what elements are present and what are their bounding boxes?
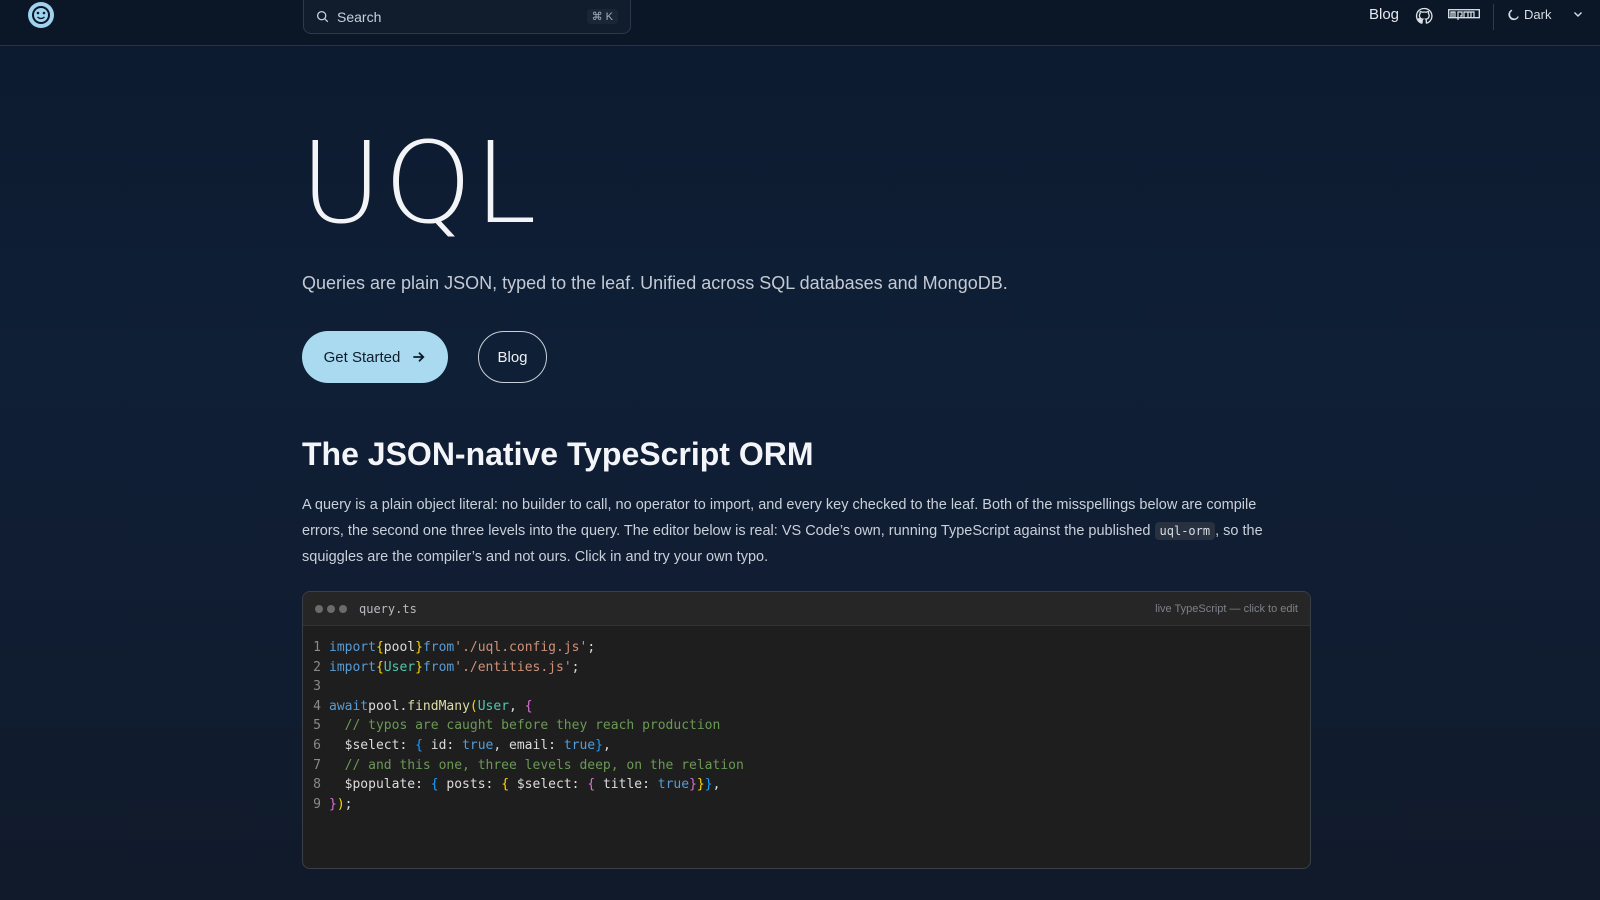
line-number: 4 xyxy=(313,698,321,714)
line-number: 1 xyxy=(313,640,321,655)
top-navbar: Search ⌘ K Blog Dark xyxy=(0,0,1600,46)
line-number: 3 xyxy=(313,679,321,695)
editor-hint: live TypeScript — click to edit xyxy=(1155,602,1298,615)
code-line: 2 import { User } from './entities.js'; xyxy=(303,658,1310,678)
section-title: The JSON-native TypeScript ORM xyxy=(302,436,814,472)
search-input[interactable]: Search ⌘ K xyxy=(303,0,631,34)
window-dot-icon xyxy=(339,604,347,613)
logo-icon[interactable] xyxy=(24,0,58,32)
line-number: 7 xyxy=(313,757,321,773)
code-line: 5 // typos are caught before they reach … xyxy=(303,716,1310,736)
search-label: Search xyxy=(337,8,382,25)
line-number: 8 xyxy=(313,777,321,793)
editor-header: query.ts live TypeScript — click to edit xyxy=(303,592,1310,626)
code-editor[interactable]: query.ts live TypeScript — click to edit… xyxy=(302,591,1311,869)
blog-button[interactable]: Blog xyxy=(478,331,547,383)
window-dot-icon xyxy=(327,604,335,613)
search-icon xyxy=(316,10,329,23)
line-number: 5 xyxy=(313,718,321,734)
package-code: uql-orm xyxy=(1154,522,1216,540)
hero-title: UQL xyxy=(300,119,539,249)
line-number: 6 xyxy=(313,737,321,753)
section-paragraph: A query is a plain object literal: no bu… xyxy=(302,492,1302,570)
arrow-right-icon xyxy=(413,352,425,362)
hero-subtitle: Queries are plain JSON, typed to the lea… xyxy=(302,273,1008,293)
get-started-label: Get Started xyxy=(323,348,401,366)
code-line: 3 xyxy=(303,677,1310,697)
window-dot-icon xyxy=(315,604,323,613)
nav-divider xyxy=(1493,4,1494,30)
chevron-down-icon[interactable] xyxy=(1572,8,1584,20)
code-line: 8 $populate: { posts: { $select: { title… xyxy=(303,775,1310,795)
moon-icon xyxy=(1508,9,1519,20)
code-line: 1 import { pool } from './uql.config.js'; xyxy=(303,638,1310,658)
theme-label: Dark xyxy=(1524,7,1552,22)
code-line: 7 // and this one, three levels deep, on… xyxy=(303,756,1310,776)
github-icon[interactable] xyxy=(1414,6,1434,26)
npm-icon[interactable] xyxy=(1448,9,1480,21)
code-line: 6 $select: { id: true, email: true }, xyxy=(303,736,1310,756)
para-text-1: A query is a plain object literal: no bu… xyxy=(302,497,1257,539)
code-line: 9}); xyxy=(303,795,1310,815)
nav-blog-link[interactable]: Blog xyxy=(1369,6,1399,23)
line-number: 2 xyxy=(313,659,321,675)
line-number: 9 xyxy=(313,796,321,812)
get-started-button[interactable]: Get Started xyxy=(302,331,448,383)
theme-toggle[interactable]: Dark xyxy=(1508,7,1551,22)
search-shortcut: ⌘ K xyxy=(586,9,618,24)
editor-filename: query.ts xyxy=(359,601,417,616)
code-area[interactable]: 1 import { pool } from './uql.config.js';… xyxy=(303,626,1310,814)
code-line: 4 await pool. findMany(User, { xyxy=(303,697,1310,717)
